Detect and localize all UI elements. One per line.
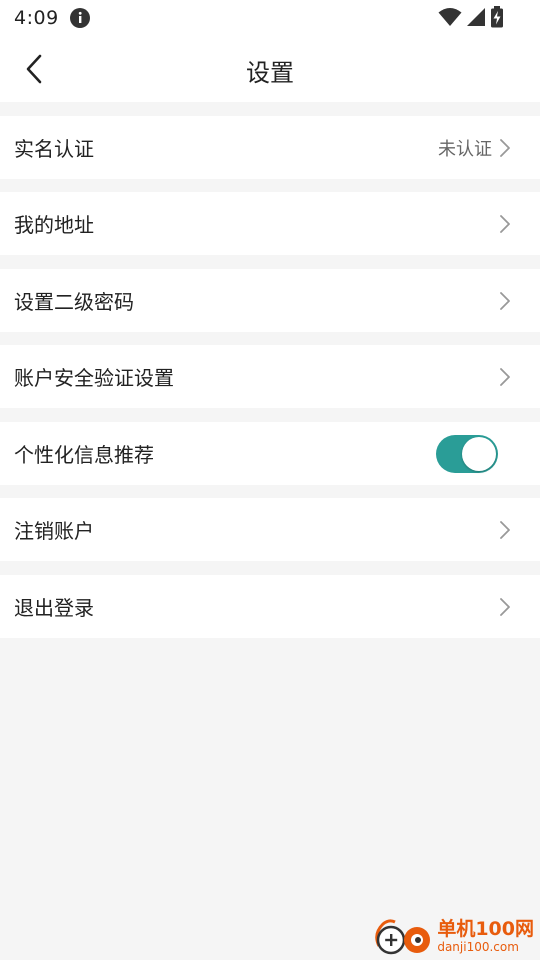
chevron-right-icon: [500, 367, 510, 386]
toggle-knob: [462, 436, 496, 471]
watermark: 单机100网 danji100.com: [371, 916, 534, 956]
settings-item-label: 账户安全验证设置: [14, 366, 174, 390]
status-icons: [438, 6, 504, 28]
chevron-right-icon: [500, 291, 510, 310]
chevron-right-icon: [500, 597, 510, 616]
settings-screen: 4:09 设置 实名认证 未认证 我的地址 设置二级密码 账户安全验证设置 个性…: [0, 0, 540, 960]
wifi-icon: [438, 8, 462, 26]
personalized-recommendation-toggle[interactable]: [436, 434, 498, 473]
verification-status: 未认证: [438, 138, 492, 160]
cell-signal-icon: [467, 8, 485, 26]
settings-item-label: 我的地址: [14, 213, 94, 237]
settings-item-address[interactable]: 我的地址: [0, 192, 540, 255]
info-icon: [69, 8, 90, 28]
watermark-url: danji100.com: [437, 940, 519, 954]
settings-item-label: 个性化信息推荐: [14, 443, 154, 467]
watermark-logo-icon: [375, 919, 431, 955]
chevron-right-icon: [500, 214, 510, 233]
chevron-right-icon: [500, 138, 510, 157]
chevron-right-icon: [500, 520, 510, 539]
settings-item-label: 注销账户: [14, 519, 94, 543]
settings-item-label: 退出登录: [14, 596, 94, 620]
status-bar: 4:09: [0, 0, 540, 36]
settings-item-logout[interactable]: 退出登录: [0, 575, 540, 638]
battery-charging-icon: [491, 6, 503, 28]
nav-bar: 设置: [0, 36, 540, 102]
status-time: 4:09: [14, 7, 59, 29]
settings-item-label: 实名认证: [14, 137, 94, 161]
settings-item-label: 设置二级密码: [14, 290, 134, 314]
watermark-title: 单机100网: [437, 918, 534, 940]
settings-item-real-name[interactable]: 实名认证 未认证: [0, 116, 540, 179]
settings-item-cancel-account[interactable]: 注销账户: [0, 498, 540, 561]
settings-item-account-security[interactable]: 账户安全验证设置: [0, 345, 540, 408]
page-title: 设置: [246, 59, 294, 87]
settings-item-personalized-recommendation: 个性化信息推荐: [0, 422, 540, 485]
settings-item-secondary-password[interactable]: 设置二级密码: [0, 269, 540, 332]
